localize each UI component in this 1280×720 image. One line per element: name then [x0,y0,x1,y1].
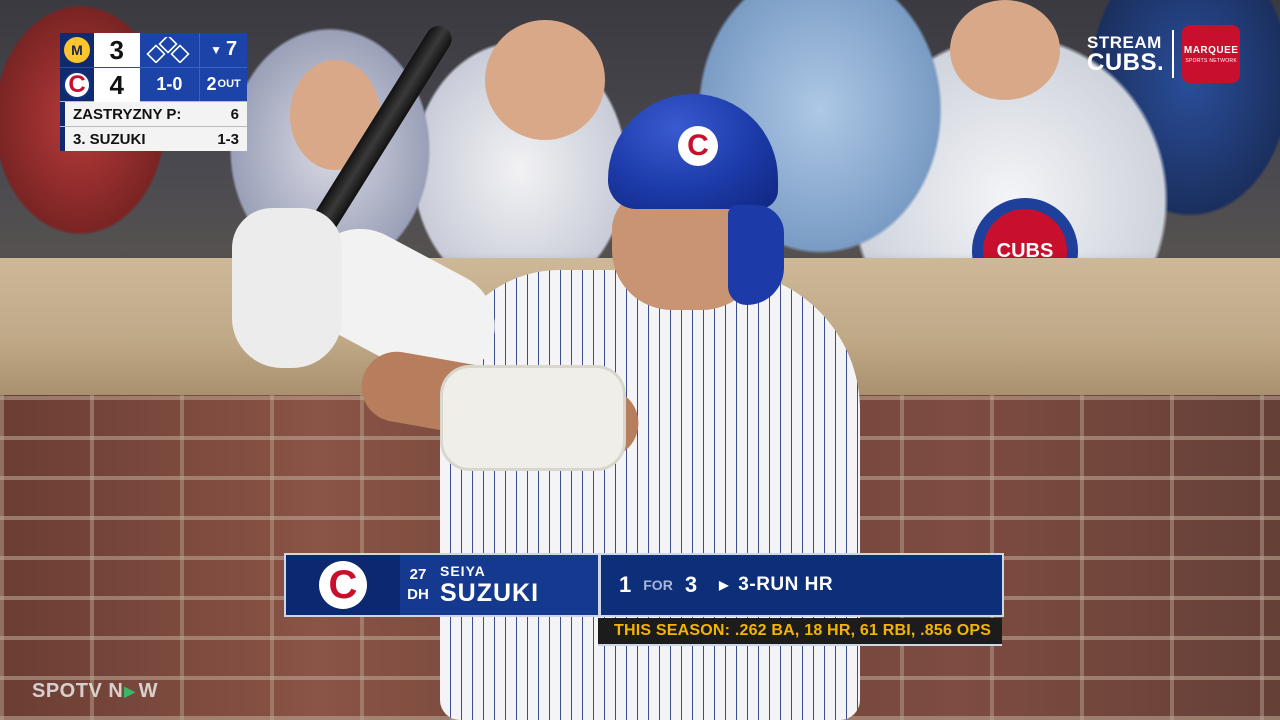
cubs-c-logo-icon: C [319,561,367,609]
ball-strike-count: 1-0 [156,73,183,94]
player-position: DH [407,586,429,603]
pitcher-row: ZASTRYZNY P: 6 [60,101,247,126]
inning-indicator: ▼ 7 [200,33,247,68]
stream-cubs-logo: STREAM CUBS. [1087,32,1165,76]
pitcher-name: ZASTRYZNY P: [73,105,182,123]
network-bug: STREAM CUBS. MARQUEE SPORTS NETWORK [1087,25,1241,83]
at-bats: 3 [684,572,698,597]
fan-face [485,20,605,140]
player-number: 27 [409,566,427,583]
batter-row: 3. SUZUKI 1-3 [60,126,247,151]
batter-game-line: 1-3 [217,130,239,148]
inning-number: 7 [226,38,238,61]
player-name: SEIYA SUZUKI [436,555,598,615]
batter-jersey [440,270,860,720]
home-team-row: C 4 [60,67,140,102]
play-icon: ▶ [124,683,136,699]
team-logo-box: C [286,555,400,615]
away-score: 3 [94,33,140,67]
game-stat-line: 1 FOR 3 ▶ 3-RUN HR [601,555,1002,615]
pitch-count: 6 [230,105,239,123]
season-stats: THIS SEASON: .262 BA, 18 HR, 61 RBI, .85… [598,618,1002,646]
play-arrow-icon: ▶ [719,578,729,592]
helmet-earflap [728,205,784,305]
marquee-logo-icon: MARQUEE SPORTS NETWORK [1182,25,1241,83]
batting-gloves [232,208,342,368]
cubs-logo-icon: C [63,71,91,99]
away-team-row: M 3 [60,33,140,67]
spotv-now-watermark: SPOTV N ▶ W [32,680,158,702]
elbow-guard [440,365,626,471]
for-label: FOR [643,577,673,593]
helmet-cubs-logo: C [678,126,718,166]
team-scores: M 3 C 4 [60,33,140,102]
outs-indicator: 2 OUT [206,73,241,94]
game-result: 3-RUN HR [738,574,834,595]
inning-half-arrow-icon: ▼ [210,42,222,57]
scorebug: M 3 C 4 1-0 ▼ 7 2 OUT ZASTRYZNY P: 6 3. … [60,33,247,151]
player-number-position: 27 DH [400,555,436,615]
player-lower-third: C 27 DH SEIYA SUZUKI 1 FOR 3 ▶ 3-RUN HR [284,553,1004,617]
batter-name: 3. SUZUKI [73,130,146,148]
bases-diamond-icon [139,33,200,68]
divider [1172,30,1175,78]
player-last-name: SUZUKI [440,579,540,607]
hits: 1 [619,572,632,597]
fan-face [950,0,1060,100]
brewers-logo-icon: M [64,37,90,63]
home-score: 4 [94,68,140,102]
player-first-name: SEIYA [440,563,486,579]
